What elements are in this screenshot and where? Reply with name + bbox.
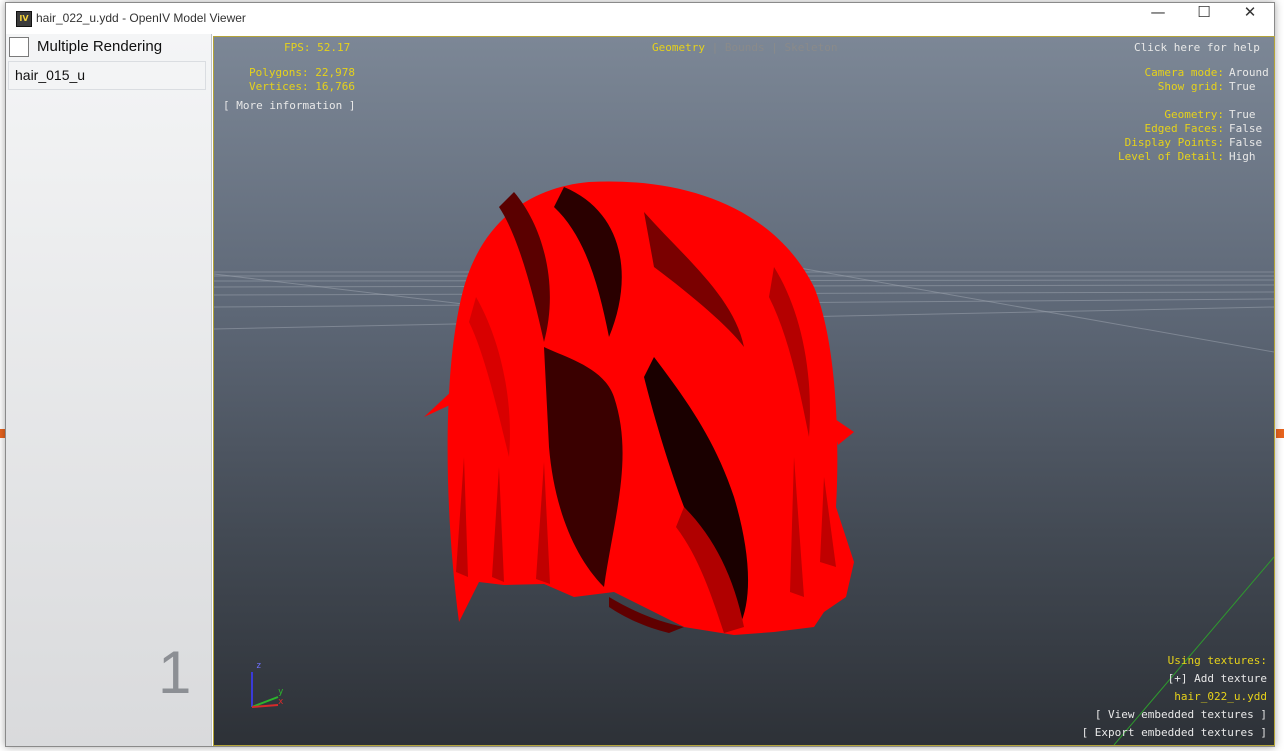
hair-model (424, 181, 854, 635)
maximize-button[interactable]: ☐ (1181, 3, 1227, 34)
viewport-scene (214, 181, 1274, 745)
multiple-rendering-checkbox[interactable] (9, 37, 29, 57)
polygons-readout: Polygons: 22,978 (249, 66, 355, 79)
sidebar: Multiple Rendering hair_015_u 1 (6, 34, 212, 746)
vertices-value: 16,766 (315, 80, 355, 93)
add-texture-link[interactable]: [+] Add texture (1168, 672, 1267, 685)
rendering-slot-number: 1 (158, 639, 192, 706)
axis-label-z: z (256, 661, 262, 671)
texture-file-item[interactable]: hair_022_u.ydd (1174, 690, 1267, 703)
axis-label-y: y (278, 687, 284, 697)
vertices-readout: Vertices: 16,766 (249, 80, 355, 93)
display-points-label: Display Points: (1124, 136, 1224, 149)
view-embedded-textures-link[interactable]: [ View embedded textures ] (1095, 708, 1267, 721)
vertices-label: Vertices: (249, 80, 309, 93)
tab-skeleton[interactable]: Skeleton (784, 41, 837, 54)
axis-gizmo (251, 672, 279, 708)
multiple-rendering-label[interactable]: Multiple Rendering (37, 38, 162, 55)
fps-readout: FPS: 52.17 (284, 41, 350, 54)
geometry-label: Geometry: (1164, 108, 1224, 121)
close-button[interactable]: ✕ (1227, 3, 1273, 34)
show-grid-value[interactable]: True (1229, 80, 1256, 93)
using-textures-label: Using textures: (1167, 654, 1267, 667)
axis-label-x: x (278, 697, 284, 707)
tab-geometry[interactable]: Geometry (652, 41, 705, 54)
background-orange-strip-right (1276, 429, 1284, 438)
model-list-item-label: hair_015_u (15, 67, 86, 83)
level-of-detail-value[interactable]: High (1229, 150, 1256, 163)
tab-separator: | (771, 41, 778, 54)
edged-faces-label: Edged Faces: (1144, 122, 1224, 135)
fps-value: 52.17 (317, 41, 351, 54)
model-viewer-window: IV hair_022_u.ydd - OpenIV Model Viewer … (5, 2, 1275, 747)
window-title: hair_022_u.ydd - OpenIV Model Viewer (36, 11, 246, 25)
help-link[interactable]: Click here for help (1134, 41, 1260, 54)
export-embedded-textures-link[interactable]: [ Export embedded textures ] (1082, 726, 1267, 739)
3d-viewport[interactable]: FPS: 52.17 Polygons: 22,978 Vertices: 16… (213, 36, 1275, 746)
tab-bounds[interactable]: Bounds (725, 41, 765, 54)
fps-label: FPS: (284, 41, 311, 54)
camera-mode-label: Camera mode: (1144, 66, 1224, 79)
view-mode-tabs: Geometry | Bounds | Skeleton (652, 41, 837, 54)
show-grid-label: Show grid: (1157, 80, 1224, 93)
level-of-detail-label: Level of Detail: (1118, 150, 1224, 163)
more-information-link[interactable]: [ More information ] (223, 99, 355, 112)
tab-separator: | (711, 41, 719, 54)
minimize-button[interactable]: — (1135, 3, 1181, 34)
edged-faces-value[interactable]: False (1229, 122, 1262, 135)
polygons-value: 22,978 (315, 66, 355, 79)
display-points-value[interactable]: False (1229, 136, 1262, 149)
model-list-item[interactable]: hair_015_u (8, 61, 206, 90)
camera-mode-value[interactable]: Around (1229, 66, 1269, 79)
openiv-app-icon: IV (16, 11, 32, 27)
geometry-value[interactable]: True (1229, 108, 1256, 121)
title-bar[interactable]: IV hair_022_u.ydd - OpenIV Model Viewer … (6, 3, 1274, 34)
polygons-label: Polygons: (249, 66, 309, 79)
